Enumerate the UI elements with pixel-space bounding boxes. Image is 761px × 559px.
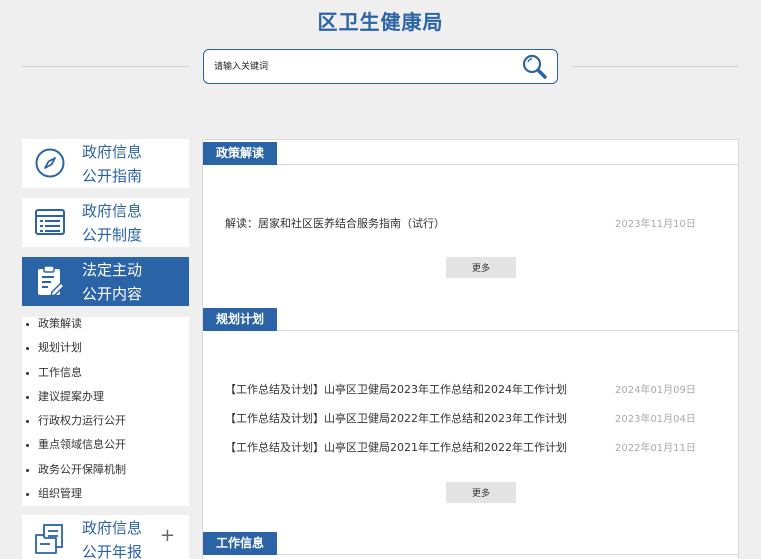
item-date: 2023年01月04日 [615,414,696,425]
compass-icon [35,148,65,178]
item-title[interactable]: 解读：居家和社区医养结合服务指南（试行） [225,215,445,231]
item-date: 2024年01月09日 [615,385,696,396]
folder-document-icon [35,524,63,554]
section-tab[interactable]: 政策解读 [203,142,278,165]
sidebar-item-guide[interactable]: 政府信息 公开指南 [22,139,189,188]
sub-nav-item[interactable]: 重点领域信息公开 [22,438,189,462]
sub-nav-list: 政策解读 规划计划 工作信息 建议提案办理 行政权力运行公开 重点领域信息公开 … [22,317,189,506]
sub-nav-item[interactable]: 工作信息 [22,366,189,390]
section-work-info: 工作信息 [203,532,738,555]
sub-nav-item[interactable]: 规划计划 [22,341,189,365]
divider-left [22,66,190,67]
divider-right [572,66,739,67]
sub-nav-item[interactable]: 政策解读 [22,317,189,341]
search-input[interactable] [214,58,514,76]
item-title[interactable]: 【工作总结及计划】山亭区卫健局2022年工作总结和2023年工作计划 [225,410,567,426]
sub-nav-item[interactable]: 组织管理 [22,487,189,511]
search-button[interactable] [521,53,549,81]
more-button[interactable]: 更多 [446,257,516,278]
sidebar-item-system[interactable]: 政府信息 公开制度 [22,198,189,247]
document-list-icon [35,209,65,235]
more-button[interactable]: 更多 [446,482,516,503]
section-header: 政策解读 [203,142,738,165]
edit-document-icon [38,265,66,297]
sub-nav-item[interactable]: 政务公开保障机制 [22,463,189,487]
sidebar-item-annual-report[interactable]: 政府信息 公开年报 + [22,515,189,559]
section-policy-interpretation: 政策解读 [203,142,738,165]
sidebar-item-label: 政府信息 公开指南 [82,143,143,185]
sidebar-item-label: 法定主动 公开内容 [82,261,143,303]
section-tab[interactable]: 工作信息 [203,532,278,555]
site-title: 区卫生健康局 [317,10,444,34]
item-title[interactable]: 【工作总结及计划】山亭区卫健局2023年工作总结和2024年工作计划 [225,381,567,397]
section-tab[interactable]: 规划计划 [203,308,278,331]
sub-nav-item[interactable]: 建议提案办理 [22,390,189,414]
section-planning: 规划计划 [203,308,738,331]
sidebar-item-label: 政府信息 公开制度 [82,202,143,244]
main-panel: 政策解读 解读：居家和社区医养结合服务指南（试行） 2023年11月10日 更多… [202,139,739,559]
item-title[interactable]: 【工作总结及计划】山亭区卫健局2021年工作总结和2022年工作计划 [225,439,567,455]
section-header: 工作信息 [203,532,738,555]
sidebar-item-mandatory[interactable]: 法定主动 公开内容 [22,257,189,306]
search-box [203,49,558,84]
section-header: 规划计划 [203,308,738,331]
search-icon [522,54,547,79]
expand-plus-icon[interactable]: + [160,527,175,545]
sub-nav-item[interactable]: 行政权力运行公开 [22,414,189,438]
item-date: 2022年01月11日 [615,443,696,454]
item-date: 2023年11月10日 [615,219,696,230]
